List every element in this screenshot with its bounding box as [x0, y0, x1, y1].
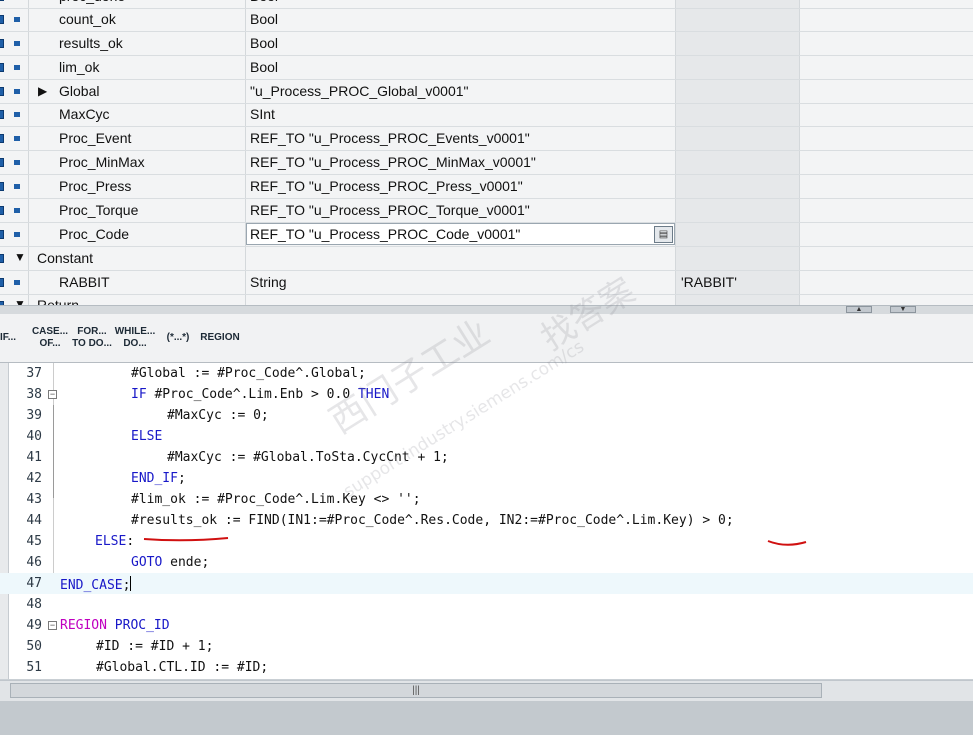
static-var-icon [14, 232, 20, 237]
var-type[interactable]: REF_TO "u_Process_PROC_Code_v0001" [250, 226, 520, 242]
underline-annotation [767, 540, 807, 546]
static-var-icon [14, 89, 20, 94]
interface-icon [0, 87, 4, 96]
interface-icon [0, 254, 4, 263]
interface-icon [0, 230, 4, 239]
section-row-return[interactable]: ▼ Return [0, 294, 973, 305]
case-of-button[interactable]: CASE... OF... [30, 322, 70, 354]
var-type[interactable]: REF_TO "u_Process_PROC_Events_v0001" [250, 130, 530, 146]
button-label: REGION [200, 332, 240, 343]
var-name[interactable]: MaxCyc [59, 106, 110, 122]
chevron-down-icon[interactable]: ▼ [890, 306, 916, 313]
section-row-constant[interactable]: ▼ Constant [0, 247, 973, 271]
list-picker-icon[interactable]: ▤ [654, 226, 673, 243]
var-type[interactable]: Bool [250, 59, 278, 75]
static-var-icon [14, 112, 20, 117]
if-button[interactable]: IF... [0, 322, 22, 354]
var-default-value[interactable]: 'RABBIT' [681, 274, 737, 290]
section-label: Constant [37, 250, 94, 266]
var-type[interactable]: REF_TO "u_Process_PROC_MinMax_v0001" [250, 154, 536, 170]
table-row[interactable]: Proc_MinMax REF_TO "u_Process_PROC_MinMa… [0, 151, 973, 175]
button-label: FOR... [77, 326, 107, 337]
var-type[interactable]: Bool [250, 0, 278, 4]
var-name[interactable]: proc_done [59, 0, 125, 4]
status-area [0, 701, 973, 735]
var-type[interactable]: SInt [250, 106, 275, 122]
button-label: WHILE... [114, 326, 156, 337]
var-type[interactable]: String [250, 274, 287, 290]
button-label: OF... [39, 338, 61, 349]
triangle-down-icon[interactable]: ▼ [14, 250, 26, 264]
scrollbar-thumb[interactable]: ||| [10, 683, 822, 698]
button-label: IF... [0, 332, 17, 343]
region-button[interactable]: REGION [199, 322, 241, 354]
annotation-marks [143, 537, 807, 546]
while-do-button[interactable]: WHILE... DO... [114, 322, 156, 354]
table-row[interactable]: Proc_Press REF_TO "u_Process_PROC_Press_… [0, 175, 973, 199]
interface-icon [0, 158, 4, 167]
interface-icon [0, 134, 4, 143]
var-type[interactable]: Bool [250, 35, 278, 51]
var-name[interactable]: Proc_MinMax [59, 154, 145, 170]
table-row[interactable]: results_ok Bool [0, 32, 973, 56]
interface-icon [0, 39, 4, 48]
triangle-right-icon[interactable]: ▶ [38, 84, 47, 98]
interface-icon [0, 206, 4, 215]
var-type[interactable]: "u_Process_PROC_Global_v0001" [250, 83, 469, 99]
button-label: CASE... [31, 326, 69, 337]
var-name[interactable]: Proc_Event [59, 130, 131, 146]
table-row[interactable]: Proc_Event REF_TO "u_Process_PROC_Events… [0, 127, 973, 151]
underline-annotation [143, 537, 229, 542]
var-name[interactable]: results_ok [59, 35, 123, 51]
variable-declaration-table: proc_done Bool count_ok Bool results_ok … [0, 0, 973, 305]
var-name[interactable]: lim_ok [59, 59, 99, 75]
static-var-icon [14, 41, 20, 46]
var-type[interactable]: REF_TO "u_Process_PROC_Torque_v0001" [250, 202, 530, 218]
section-label: Return [37, 297, 80, 305]
static-var-icon [14, 17, 20, 22]
scl-code-editor[interactable]: 37 #Global := #Proc_Code^.Global; 38 − I… [0, 363, 973, 679]
constant-icon [14, 280, 20, 285]
horizontal-scrollbar[interactable]: ||| [0, 680, 973, 701]
var-name[interactable]: RABBIT [59, 274, 110, 290]
table-row[interactable]: Proc_Torque REF_TO "u_Process_PROC_Torqu… [0, 199, 973, 223]
interface-icon [0, 15, 4, 24]
interface-icon [0, 63, 4, 72]
table-row[interactable]: RABBIT String 'RABBIT' [0, 271, 973, 295]
var-name[interactable]: Global [59, 83, 99, 99]
button-label: TO DO... [72, 338, 112, 349]
var-type[interactable]: Bool [250, 11, 278, 27]
static-var-icon [14, 136, 20, 141]
triangle-down-icon[interactable]: ▼ [14, 297, 26, 305]
static-var-icon [14, 208, 20, 213]
table-row[interactable]: MaxCyc SInt [0, 103, 973, 127]
interface-icon [0, 278, 4, 287]
button-label: DO... [123, 338, 147, 349]
var-name[interactable]: Proc_Press [59, 178, 131, 194]
var-name[interactable]: Proc_Torque [59, 202, 138, 218]
table-row[interactable]: ▶ Global "u_Process_PROC_Global_v0001" [0, 80, 973, 104]
instruction-toolbar: IF... CASE... OF... FOR... TO DO... WHIL… [0, 314, 973, 363]
interface-icon [0, 182, 4, 191]
comment-button[interactable]: (*...*) [158, 322, 198, 354]
interface-icon [0, 110, 4, 119]
static-var-icon [14, 160, 20, 165]
interface-icon [0, 0, 4, 1]
static-var-icon [14, 65, 20, 70]
var-name[interactable]: count_ok [59, 11, 116, 27]
var-name[interactable]: Proc_Code [59, 226, 129, 242]
table-row[interactable]: Proc_Code REF_TO "u_Process_PROC_Code_v0… [0, 223, 973, 247]
button-label: (*...*) [166, 332, 190, 343]
table-row[interactable]: count_ok Bool [0, 8, 973, 32]
chevron-up-icon[interactable]: ▲ [846, 306, 872, 313]
var-type[interactable]: REF_TO "u_Process_PROC_Press_v0001" [250, 178, 523, 194]
for-to-do-button[interactable]: FOR... TO DO... [72, 322, 112, 354]
static-var-icon [14, 184, 20, 189]
table-row[interactable]: lim_ok Bool [0, 56, 973, 80]
